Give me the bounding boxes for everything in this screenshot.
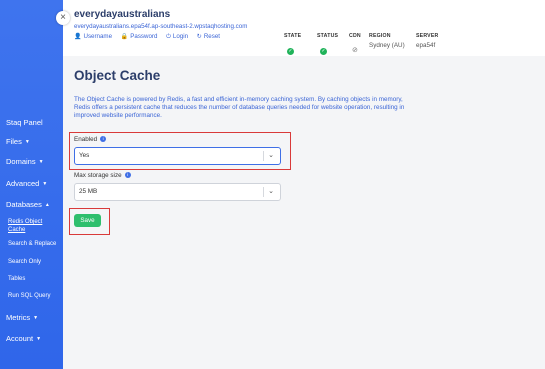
password-link[interactable]: 🔒 Password [121,33,158,40]
chevron-down-icon: ▼ [38,159,44,165]
site-header: everydayaustralians everydayaustralians.… [63,0,545,57]
cdn-stat: CDN ⊘ [349,33,361,57]
chevron-down-icon[interactable]: ⌄ [268,184,274,200]
login-label: Login [172,33,189,40]
enabled-field-label: Enabled i [74,136,107,143]
sidebar-subitem-tables[interactable]: Tables [8,276,25,282]
info-icon[interactable]: i [124,172,131,178]
login-icon: ⏻ [166,34,171,40]
sidebar-item-domains[interactable]: Domains ▼ [6,157,44,166]
info-icon[interactable]: i [100,136,107,142]
save-button[interactable]: Save [74,214,101,227]
max-storage-select-value: 25 MB [79,188,98,195]
max-storage-field-label: Max storage size i [74,172,131,179]
main-content: Object Cache The Object Cache is powered… [63,56,545,369]
sidebar-item-label: Metrics [6,313,31,322]
sidebar-subitem-search-only[interactable]: Search Only [8,259,41,265]
page-title: Object Cache [74,68,161,83]
chevron-down-icon: ▼ [36,336,42,342]
sidebar-item-label: Advanced [6,179,40,188]
password-label: Password [130,33,158,40]
max-storage-select[interactable]: 25 MB ⌄ [74,183,281,201]
region-stat: REGION Sydney (AU) [369,33,405,49]
check-icon: ✓ [287,48,294,55]
staq-panel-label: Staq Panel [6,118,43,127]
check-icon: ✓ [320,48,327,55]
username-label: Username [83,33,113,40]
sidebar-item-label: Files [6,137,22,146]
sidebar: Staq Panel Files ▼ Domains ▼ Advanced ▼ Dat… [0,0,63,369]
page-description: The Object Cache is powered by Redis, a … [74,96,405,119]
select-divider [263,187,264,197]
state-label: STATE [284,33,302,39]
sidebar-item-account[interactable]: Account ▼ [6,334,41,343]
sidebar-item-databases[interactable]: Databases ▲ [6,200,50,209]
select-divider [263,151,264,161]
user-icon: 👤 [74,34,82,40]
chevron-down-icon: ▼ [42,181,48,187]
chevron-up-icon: ▲ [44,202,50,208]
sidebar-subitem-redis-object-cache[interactable]: Redis Object Cache [8,218,42,234]
sidebar-item-advanced[interactable]: Advanced ▼ [6,179,47,188]
cdn-label: CDN [349,33,361,39]
server-label: SERVER [416,33,439,39]
server-stat: SERVER epa54f [416,33,438,49]
chevron-down-icon: ▼ [24,139,30,145]
subitem-label-line1: Redis Object [8,219,43,225]
cdn-off-icon: ⊘ [352,47,358,54]
lock-icon: 🔒 [120,34,129,40]
site-url-link[interactable]: everydayaustralians.epa54f.ap-southeast-… [74,23,247,30]
region-label: REGION [369,33,391,39]
max-storage-label: Max storage size [74,172,122,179]
site-name: everydayaustralians [74,9,171,20]
subitem-label-line2: Cache [8,227,26,233]
reset-icon: ↻ [196,34,202,40]
site-links: 👤 Username 🔒 Password ⏻ Login ↻ Reset [74,33,227,41]
sidebar-item-label: Databases [6,200,42,209]
server-value: epa54f [416,42,436,49]
username-link[interactable]: 👤 Username [74,33,112,40]
sidebar-item-label: Domains [6,157,36,166]
sidebar-subitem-search-replace[interactable]: Search & Replace [8,241,56,247]
enabled-label: Enabled [74,136,98,143]
chevron-down-icon[interactable]: ⌄ [268,148,274,164]
reset-label: Reset [203,33,220,40]
sidebar-item-files[interactable]: Files ▼ [6,137,30,146]
sidebar-subitem-run-sql-query[interactable]: Run SQL Query [8,293,50,299]
close-icon[interactable]: × [56,11,70,25]
enabled-select[interactable]: Yes ⌄ [74,147,281,165]
state-stat: STATE ✓ [284,33,301,57]
sidebar-item-metrics[interactable]: Metrics ▼ [6,313,38,322]
region-value: Sydney (AU) [369,42,405,49]
reset-link[interactable]: ↻ Reset [197,33,220,40]
sidebar-item-label: Account [6,334,34,343]
status-label: STATUS [317,33,339,39]
chevron-down-icon: ▼ [33,315,39,321]
login-link[interactable]: ⏻ Login [166,33,188,40]
status-stat: STATUS ✓ [317,33,338,57]
enabled-select-value: Yes [79,152,90,159]
